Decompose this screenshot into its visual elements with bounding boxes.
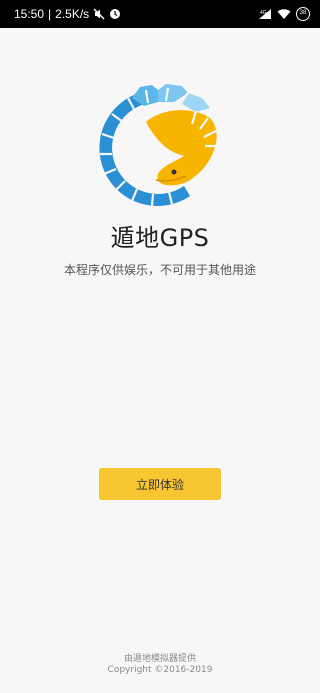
signal-icon: 4G [258,8,272,20]
network-speed: 2.5K/s [55,7,90,21]
app-logo-icon [99,84,217,207]
logo-yellow-head [146,110,217,186]
status-separator: | [48,7,52,21]
footer: 由遁地模拟器提供 Copyright ©2016-2019 [0,654,320,676]
footer-provider: 由遁地模拟器提供 [123,654,196,664]
alarm-icon [109,8,121,20]
app-title: 遁地GPS [110,224,210,252]
disclaimer-text: 本程序仅供娱乐，不可用于其他用途 [63,263,256,277]
status-bar: 15:50 | 2.5K/s 4G 38 [0,0,320,28]
footer-copyright: Copyright ©2016-2019 [107,665,213,675]
try-now-button[interactable]: 立即体验 [99,468,221,500]
status-right: 4G 38 [258,7,310,21]
status-left: 15:50 | 2.5K/s [14,7,121,21]
svg-text:4G: 4G [260,10,267,16]
status-time: 15:50 [14,7,45,21]
splash-screen: 15:50 | 2.5K/s 4G 38 遁地GPS 本程序仅供娱乐，不可用于其… [0,0,320,693]
mute-icon [93,8,105,20]
battery-icon: 38 [296,7,310,21]
wifi-icon [277,8,291,20]
